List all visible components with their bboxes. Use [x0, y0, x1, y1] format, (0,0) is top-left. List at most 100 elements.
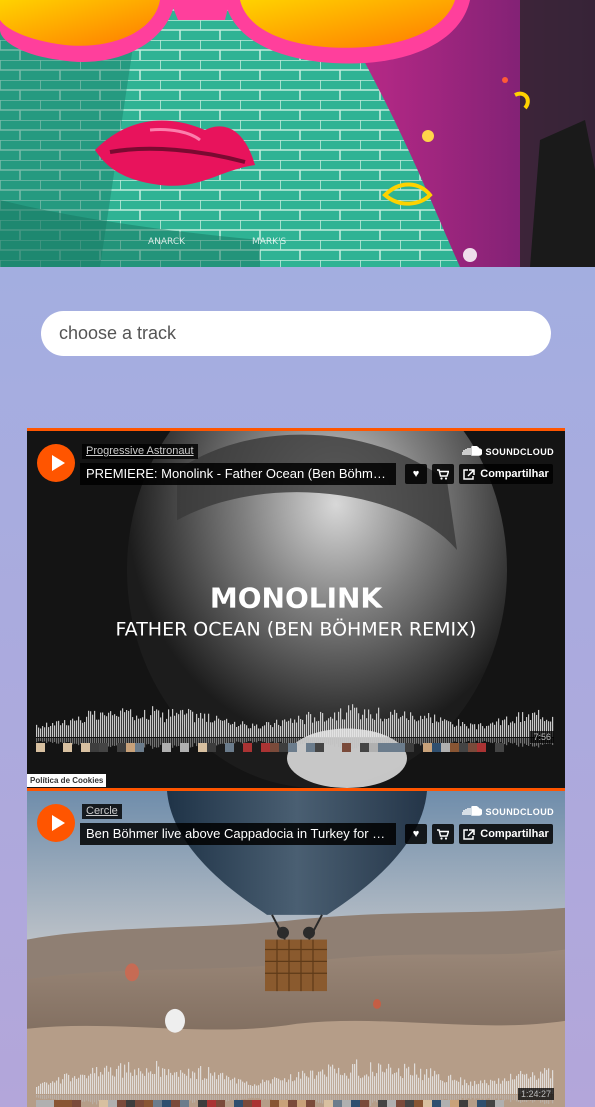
comment-avatar[interactable]	[459, 743, 468, 752]
comment-avatar[interactable]	[72, 1100, 81, 1107]
comment-avatar[interactable]	[207, 743, 216, 752]
comment-avatar[interactable]	[324, 1100, 333, 1107]
comment-avatar[interactable]	[441, 1100, 450, 1107]
comment-avatar[interactable]	[198, 743, 207, 752]
comment-avatar[interactable]	[477, 743, 486, 752]
waveform-bar	[384, 718, 386, 737]
track-user-link[interactable]: Progressive Astronaut	[82, 444, 198, 459]
comment-avatar[interactable]	[288, 743, 297, 752]
comment-avatar[interactable]	[333, 1100, 342, 1107]
comment-avatar[interactable]	[306, 743, 315, 752]
comment-avatar[interactable]	[162, 1100, 171, 1107]
comment-avatar[interactable]	[144, 1100, 153, 1107]
comment-avatar[interactable]	[126, 743, 135, 752]
comment-avatar[interactable]	[180, 1100, 189, 1107]
comment-avatars-strip[interactable]	[36, 743, 554, 753]
waveform[interactable]	[36, 1054, 554, 1106]
comment-avatar[interactable]	[225, 743, 234, 752]
comment-avatar[interactable]	[270, 1100, 279, 1107]
soundcloud-logo[interactable]: SOUNDCLOUD	[460, 444, 555, 460]
comment-avatar[interactable]	[360, 1100, 369, 1107]
comment-avatar[interactable]	[36, 743, 45, 752]
comment-avatar[interactable]	[450, 743, 459, 752]
comment-avatar[interactable]	[117, 743, 126, 752]
comment-avatar[interactable]	[243, 1100, 252, 1107]
cookie-policy-link[interactable]: Política de Cookies	[27, 774, 107, 787]
comment-avatar[interactable]	[459, 1100, 468, 1107]
comment-avatar[interactable]	[360, 743, 369, 752]
comment-avatar[interactable]	[117, 1100, 126, 1107]
comment-avatar[interactable]	[261, 743, 270, 752]
comment-avatar[interactable]	[99, 1100, 108, 1107]
comment-avatar[interactable]	[180, 743, 189, 752]
comment-avatar[interactable]	[126, 1100, 135, 1107]
track-title-link[interactable]: Ben Böhmer live above Cappadocia in Turk…	[80, 823, 396, 845]
comment-avatar[interactable]	[54, 1100, 63, 1107]
soundcloud-logo[interactable]: SOUNDCLOUD	[460, 804, 555, 820]
comment-avatar[interactable]	[396, 743, 405, 752]
comment-avatar[interactable]	[171, 1100, 180, 1107]
comment-avatar[interactable]	[396, 1100, 405, 1107]
play-button[interactable]	[37, 444, 75, 482]
comment-avatar[interactable]	[63, 1100, 72, 1107]
comment-avatars-strip[interactable]	[36, 1100, 554, 1107]
comment-avatar[interactable]	[441, 743, 450, 752]
comment-avatar[interactable]	[450, 1100, 459, 1107]
comment-avatar[interactable]	[216, 1100, 225, 1107]
like-button[interactable]: ♥	[405, 824, 427, 844]
like-button[interactable]: ♥	[405, 464, 427, 484]
track-user-link[interactable]: Cercle	[82, 804, 122, 819]
comment-avatar[interactable]	[135, 1100, 144, 1107]
share-button[interactable]: Compartilhar	[459, 824, 553, 844]
comment-avatar[interactable]	[342, 1100, 351, 1107]
share-button[interactable]: Compartilhar	[459, 464, 553, 484]
comment-avatar[interactable]	[369, 743, 378, 752]
comment-avatar[interactable]	[306, 1100, 315, 1107]
comment-avatar[interactable]	[243, 743, 252, 752]
waveform[interactable]	[36, 697, 554, 749]
comment-avatar[interactable]	[495, 1100, 504, 1107]
comment-avatar[interactable]	[414, 1100, 423, 1107]
comment-avatar[interactable]	[315, 743, 324, 752]
comment-avatar[interactable]	[234, 1100, 243, 1107]
comment-avatar[interactable]	[378, 743, 387, 752]
comment-avatar[interactable]	[207, 1100, 216, 1107]
comment-avatar[interactable]	[351, 1100, 360, 1107]
comment-avatar[interactable]	[468, 743, 477, 752]
comment-avatar[interactable]	[279, 743, 288, 752]
comment-avatar[interactable]	[288, 1100, 297, 1107]
comment-avatar[interactable]	[495, 743, 504, 752]
comment-avatar[interactable]	[387, 743, 396, 752]
comment-avatar[interactable]	[270, 743, 279, 752]
buy-button[interactable]	[432, 824, 454, 844]
comment-avatar[interactable]	[297, 1100, 306, 1107]
comment-avatar[interactable]	[405, 743, 414, 752]
comment-avatar[interactable]	[45, 1100, 54, 1107]
comment-avatar[interactable]	[99, 743, 108, 752]
comment-avatar[interactable]	[432, 743, 441, 752]
comment-avatar[interactable]	[378, 1100, 387, 1107]
comment-avatar[interactable]	[63, 743, 72, 752]
comment-avatar[interactable]	[198, 1100, 207, 1107]
comment-avatar[interactable]	[486, 1100, 495, 1107]
comment-avatar[interactable]	[81, 743, 90, 752]
comment-avatar[interactable]	[108, 1100, 117, 1107]
comment-avatar[interactable]	[162, 743, 171, 752]
comment-avatar[interactable]	[387, 1100, 396, 1107]
comment-avatar[interactable]	[423, 1100, 432, 1107]
buy-button[interactable]	[432, 464, 454, 484]
comment-avatar[interactable]	[423, 743, 432, 752]
play-button[interactable]	[37, 804, 75, 842]
comment-avatar[interactable]	[153, 1100, 162, 1107]
comment-avatar[interactable]	[36, 1100, 45, 1107]
comment-avatar[interactable]	[135, 743, 144, 752]
track-search-input[interactable]	[41, 311, 551, 356]
comment-avatar[interactable]	[432, 1100, 441, 1107]
comment-avatar[interactable]	[405, 1100, 414, 1107]
track-title-link[interactable]: PREMIERE: Monolink - Father Ocean (Ben B…	[80, 463, 396, 485]
comment-avatar[interactable]	[252, 1100, 261, 1107]
comment-avatar[interactable]	[477, 1100, 486, 1107]
comment-avatar[interactable]	[90, 743, 99, 752]
comment-avatar[interactable]	[342, 743, 351, 752]
comment-avatar[interactable]	[279, 1100, 288, 1107]
